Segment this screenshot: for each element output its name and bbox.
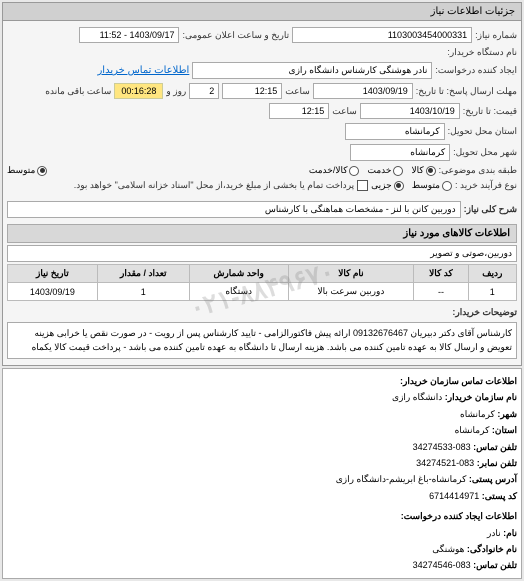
remain-label: ساعت باقی مانده bbox=[45, 86, 111, 97]
goods-table: ردیف کد کالا نام کالا واحد شمارش تعداد /… bbox=[7, 264, 517, 301]
time-label-2: ساعت bbox=[332, 106, 357, 117]
c-cphone-value: 083-34274546 bbox=[413, 560, 471, 570]
th-qty: تعداد / مقدار bbox=[97, 265, 189, 283]
th-unit: واحد شمارش bbox=[189, 265, 288, 283]
org-value: دانشگاه رازی bbox=[392, 392, 442, 402]
org-label: نام سازمان خریدار: bbox=[445, 392, 517, 402]
c-province-label: استان: bbox=[492, 425, 517, 435]
creator-label: ایجاد کننده درخواست: bbox=[435, 65, 517, 76]
cell-code: -- bbox=[414, 283, 468, 301]
radio-medium[interactable]: متوسط bbox=[7, 165, 47, 176]
cell-row: 1 bbox=[468, 283, 516, 301]
c-cphone-label: تلفن تماس: bbox=[473, 560, 517, 570]
c-fax-label: تلفن نمابر: bbox=[477, 458, 517, 468]
creator-field: نادر هوشنگی کارشناس دانشگاه رازی bbox=[192, 62, 432, 79]
cell-name: دوربین سرعت بالا bbox=[288, 283, 414, 301]
th-date: تاریخ نیاز bbox=[8, 265, 98, 283]
c-addr-value: کرمانشاه-باغ ابریشم-دانشگاه رازی bbox=[336, 474, 467, 484]
c-addr-label: آدرس پستی: bbox=[469, 474, 517, 484]
price-time-field: 12:15 bbox=[269, 103, 329, 119]
city-label: شهر محل تحویل: bbox=[453, 147, 517, 158]
th-row: ردیف bbox=[468, 265, 516, 283]
c-lname-label: نام خانوادگی: bbox=[467, 544, 517, 554]
datetime-label: تاریخ و ساعت اعلان عمومی: bbox=[182, 30, 289, 41]
treasury-checkbox[interactable] bbox=[357, 180, 368, 191]
panel-title: جزئیات اطلاعات نیاز bbox=[3, 3, 521, 21]
c-fname-value: نادر bbox=[487, 528, 501, 538]
process-type-label: نوع فرآیند خرید : bbox=[455, 180, 517, 191]
province-field: کرمانشاه bbox=[345, 123, 445, 140]
radio-service[interactable]: خدمت bbox=[367, 165, 403, 176]
table-row[interactable]: 1 -- دوربین سرعت بالا دستگاه 1 1403/09/1… bbox=[8, 283, 517, 301]
need-title-field: دوربین کانن با لنز - مشخصات هماهنگی با ک… bbox=[7, 201, 461, 218]
c-postal-value: 6714414971 bbox=[429, 491, 479, 501]
radio-proc-mid[interactable]: متوسط bbox=[412, 180, 452, 191]
group-field: دوربین،صوتی و تصویر bbox=[7, 245, 517, 262]
days-label: روز و bbox=[166, 86, 186, 97]
province-label: استان محل تحویل: bbox=[448, 126, 517, 137]
th-name: نام کالا bbox=[288, 265, 414, 283]
price-date-field: 1403/10/19 bbox=[360, 103, 460, 119]
th-code: کد کالا bbox=[414, 265, 468, 283]
buyer-desc-label: توضیحات خریدار: bbox=[452, 307, 517, 318]
size-radio-group: متوسط bbox=[7, 165, 47, 176]
countdown-timer: 00:16:28 bbox=[114, 83, 163, 99]
cell-unit: دستگاه bbox=[189, 283, 288, 301]
contact-section-title: اطلاعات تماس سازمان خریدار: bbox=[7, 373, 517, 389]
resp-time-field: 12:15 bbox=[222, 83, 282, 99]
price-deadline-label: قیمت: تا تاریخ: bbox=[463, 106, 517, 117]
process-radio-group: متوسط جزیی bbox=[371, 180, 452, 191]
resp-date-field: 1403/09/19 bbox=[313, 83, 413, 99]
radio-goods-service[interactable]: کالا/خدمت bbox=[309, 165, 360, 176]
need-title-label: شرح کلی نیاز: bbox=[464, 204, 517, 215]
c-fax-value: 083-34274521 bbox=[416, 458, 474, 468]
radio-goods[interactable]: کالا bbox=[411, 165, 435, 176]
time-label-1: ساعت bbox=[285, 86, 310, 97]
c-province-value: کرمانشاه bbox=[455, 425, 490, 435]
datetime-field: 1403/09/17 - 11:52 bbox=[79, 27, 179, 43]
req-no-label: شماره نیاز: bbox=[475, 30, 517, 41]
c-city-value: کرمانشاه bbox=[460, 409, 495, 419]
goods-section-title: اطلاعات کالاهای مورد نیاز bbox=[7, 224, 517, 243]
c-city-label: شهر: bbox=[497, 409, 517, 419]
c-postal-label: کد پستی: bbox=[482, 491, 517, 501]
req-no-field: 1103003454000331 bbox=[292, 27, 472, 43]
process-note: پرداخت تمام یا بخشی از مبلغ خرید،از محل … bbox=[74, 180, 354, 191]
details-panel: جزئیات اطلاعات نیاز شماره نیاز: 11030034… bbox=[2, 2, 522, 366]
contact-section: اطلاعات تماس سازمان خریدار: نام سازمان خ… bbox=[2, 368, 522, 579]
resp-deadline-label: مهلت ارسال پاسخ: تا تاریخ: bbox=[416, 86, 517, 97]
cell-date: 1403/09/19 bbox=[8, 283, 98, 301]
buyer-device-label: نام دستگاه خریدار: bbox=[447, 47, 517, 58]
buyer-desc-text: کارشناس آقای دکتر دبیریان 09132676467 ار… bbox=[7, 322, 517, 359]
cell-qty: 1 bbox=[97, 283, 189, 301]
radio-proc-partial[interactable]: جزیی bbox=[371, 180, 404, 191]
city-field: کرمانشاه bbox=[350, 144, 450, 161]
creator-section-title: اطلاعات ایجاد کننده درخواست: bbox=[7, 508, 517, 524]
days-field: 2 bbox=[189, 83, 219, 99]
c-phone-value: 083-34274533 bbox=[413, 442, 471, 452]
budget-label: طبقه بندی موضوعی: bbox=[439, 165, 517, 176]
c-fname-label: نام: bbox=[503, 528, 517, 538]
c-lname-value: هوشنگی bbox=[432, 544, 464, 554]
buyer-contact-link[interactable]: اطلاعات تماس خریدار bbox=[97, 65, 189, 76]
category-radio-group: کالا خدمت کالا/خدمت bbox=[309, 165, 436, 176]
c-phone-label: تلفن تماس: bbox=[473, 442, 517, 452]
